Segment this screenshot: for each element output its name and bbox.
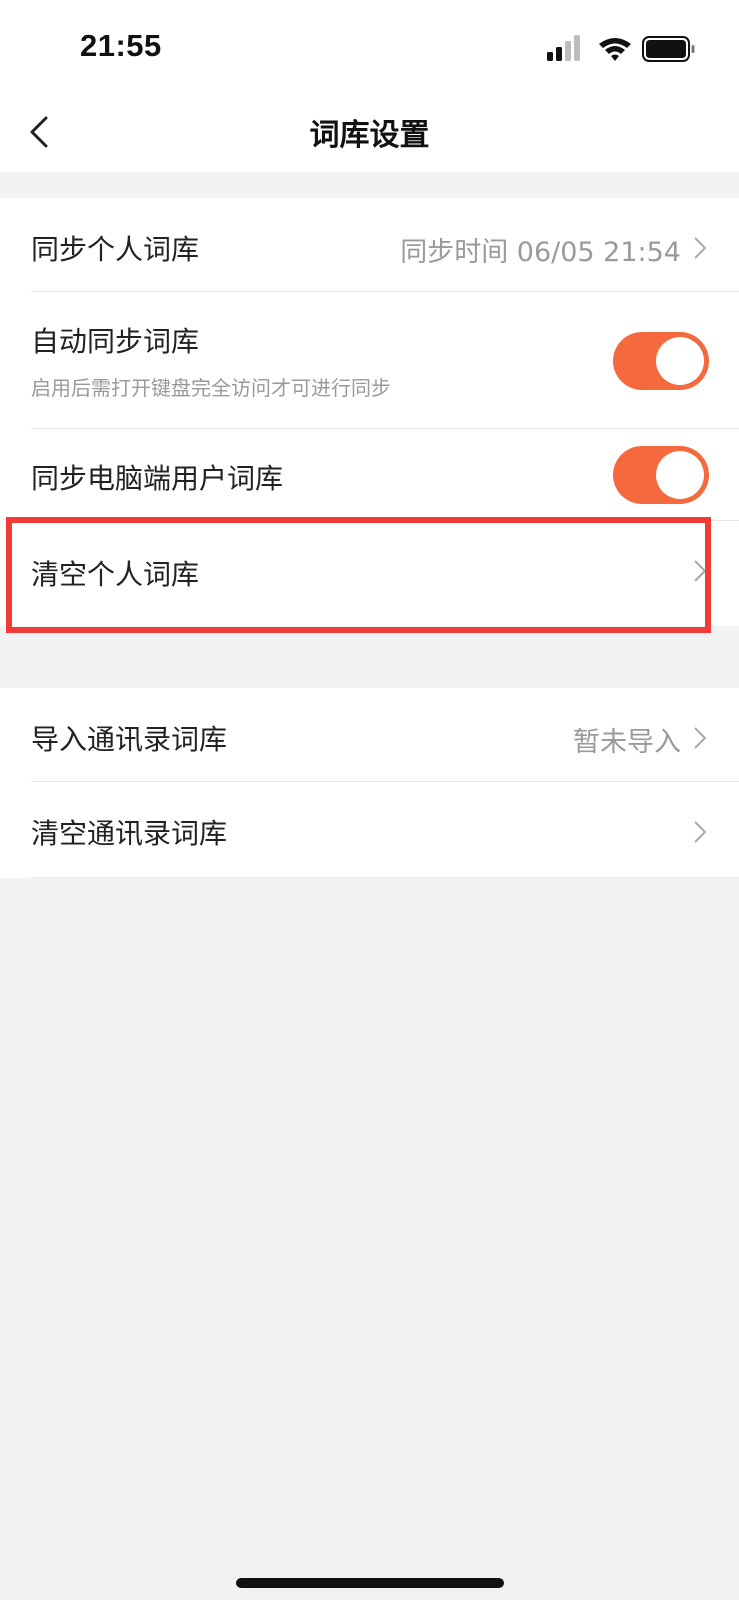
sync-personal-dictionary-row[interactable]: 同步个人词库 同步时间 06/05 21:54 [0, 198, 739, 291]
auto-sync-toggle[interactable] [613, 332, 709, 390]
toggle-knob [656, 451, 704, 499]
status-icons [547, 34, 697, 62]
row-label: 清空通讯录词库 [31, 817, 228, 850]
sync-pc-user-dictionary-row: 同步电脑端用户词库 [0, 429, 739, 520]
navigation-bar: 词库设置 [0, 92, 739, 172]
toggle-knob [656, 337, 704, 385]
status-time: 21:55 [80, 28, 162, 63]
chevron-right-icon [694, 237, 707, 259]
auto-sync-dictionary-row: 自动同步词库 启用后需打开键盘完全访问才可进行同步 [0, 292, 739, 428]
row-label: 同步个人词库 [31, 233, 200, 266]
row-label: 同步电脑端用户词库 [31, 462, 284, 495]
row-label: 导入通讯录词库 [31, 723, 228, 756]
row-label: 自动同步词库 [31, 325, 200, 358]
chevron-right-icon [694, 821, 707, 843]
home-indicator[interactable] [236, 1578, 504, 1588]
page-title: 词库设置 [309, 118, 430, 153]
sync-time-value: 同步时间 06/05 21:54 [400, 237, 681, 268]
clear-personal-dictionary-row[interactable]: 清空个人词库 [0, 521, 739, 614]
clear-contacts-dictionary-row[interactable]: 清空通讯录词库 [0, 782, 739, 877]
row-label: 清空个人词库 [31, 558, 200, 591]
contacts-dictionary-group: 导入通讯录词库 暂未导入 清空通讯录词库 [0, 688, 739, 878]
battery-icon [642, 36, 695, 62]
personal-dictionary-group: 同步个人词库 同步时间 06/05 21:54 自动同步词库 启用后需打开键盘完… [0, 198, 739, 626]
row-divider [31, 877, 739, 878]
chevron-right-icon [694, 560, 707, 582]
settings-screen: 21:55 词库设置 同步个人词库 同步时间 06/05 21:54 自动同步词… [0, 0, 739, 1600]
import-contacts-dictionary-row[interactable]: 导入通讯录词库 暂未导入 [0, 688, 739, 781]
wifi-icon [599, 38, 631, 61]
chevron-right-icon [694, 727, 707, 749]
signal-icon [547, 35, 580, 61]
status-bar: 21:55 [0, 0, 739, 92]
row-sublabel: 启用后需打开键盘完全访问才可进行同步 [31, 376, 391, 400]
sync-pc-toggle[interactable] [613, 446, 709, 504]
import-status-value: 暂未导入 [573, 727, 681, 758]
